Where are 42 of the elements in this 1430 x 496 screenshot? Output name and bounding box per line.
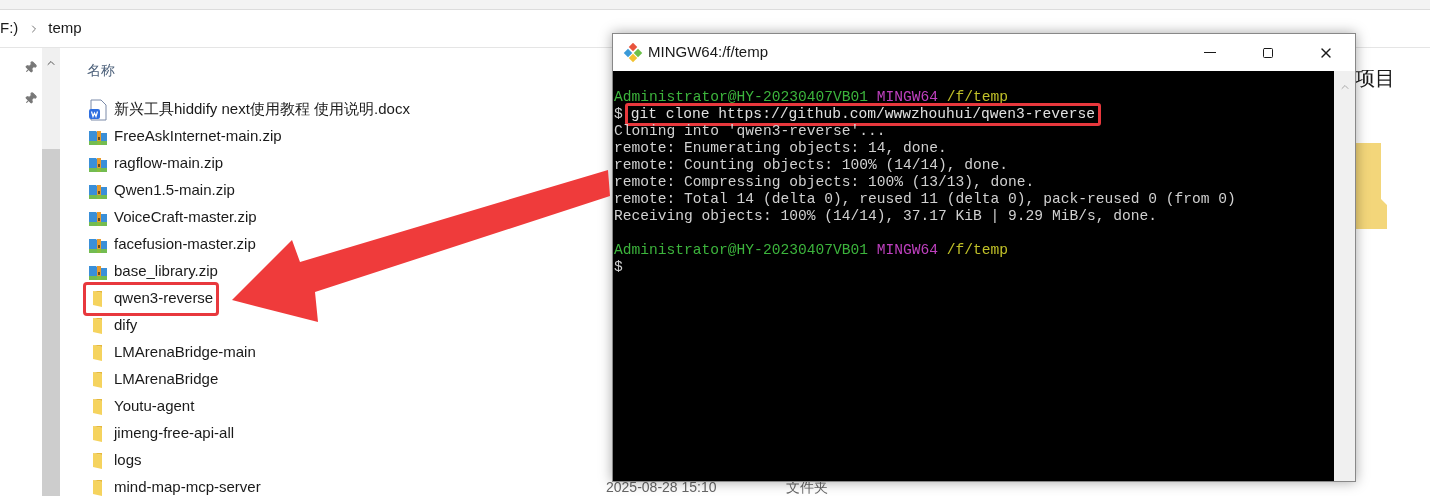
- file-name[interactable]: Youtu-agent: [114, 395, 195, 418]
- maximize-icon: [1262, 46, 1274, 59]
- file-name[interactable]: VoiceCraft-master.zip: [114, 206, 257, 229]
- terminal-output: remote: Counting objects: 100% (14/14), done.: [614, 157, 1009, 173]
- terminal-output: Cloning into 'qwen3-reverse'...: [614, 123, 886, 139]
- terminal-output: remote: Compressing objects: 100% (13/13), done.: [614, 174, 1035, 190]
- file-name[interactable]: mind-map-mcp-server: [114, 476, 261, 496]
- file-name[interactable]: dify: [114, 314, 138, 337]
- scrollbar-track[interactable]: [1334, 71, 1355, 481]
- file-name[interactable]: FreeAskInternet-main.zip: [114, 125, 282, 148]
- file-name[interactable]: logs: [114, 449, 142, 472]
- file-name[interactable]: base_library.zip: [114, 260, 218, 283]
- minimize-icon: [1204, 51, 1216, 54]
- breadcrumb-item[interactable]: F:): [0, 17, 19, 40]
- scrollbar-thumb[interactable]: [42, 149, 60, 496]
- prompt-user: Administrator@HY-20230407VB01: [614, 89, 868, 105]
- prompt-symbol: $: [614, 106, 623, 123]
- file-date: 2025-08-28 15:10: [606, 478, 718, 496]
- terminal-output: remote: Enumerating objects: 14, done.: [614, 140, 947, 156]
- file-name[interactable]: facefusion-master.zip: [114, 233, 256, 256]
- prompt-path: /f/temp: [946, 242, 1009, 258]
- file-name[interactable]: qwen3-reverse: [114, 287, 214, 310]
- file-name[interactable]: LMArenaBridge: [114, 368, 219, 391]
- file-name[interactable]: Qwen1.5-main.zip: [114, 179, 235, 202]
- terminal-output: Receiving objects: 100% (14/14), 37.17 KiB | 9.29 MiB/s, done.: [614, 208, 1157, 224]
- app-icon: [623, 42, 643, 63]
- prompt-shell: MINGW64: [876, 242, 939, 258]
- prompt-symbol: $: [614, 259, 623, 275]
- prompt-user: Administrator@HY-20230407VB01: [614, 242, 868, 258]
- scrollbar-track[interactable]: [42, 48, 60, 496]
- prompt-shell: MINGW64: [876, 89, 939, 105]
- file-name[interactable]: LMArenaBridge-main: [114, 341, 256, 364]
- terminal-output: remote: Total 14 (delta 0), reused 11 (delta 0), pack-reused 0 (from 0): [614, 191, 1236, 207]
- file-name[interactable]: jimeng-free-api-all: [114, 422, 235, 445]
- window-title: MINGW64:/f/temp: [648, 42, 769, 63]
- file-name[interactable]: 新兴工具hiddify next使用教程 使用说明.docx: [114, 98, 410, 121]
- file-name[interactable]: ragflow-main.zip: [114, 152, 224, 175]
- column-header[interactable]: 名称: [87, 60, 115, 80]
- breadcrumb-item[interactable]: temp: [48, 17, 82, 40]
- document-icon: [88, 98, 108, 121]
- prompt-path: /f/temp: [946, 89, 1009, 105]
- details-label: 项目: [1355, 66, 1396, 91]
